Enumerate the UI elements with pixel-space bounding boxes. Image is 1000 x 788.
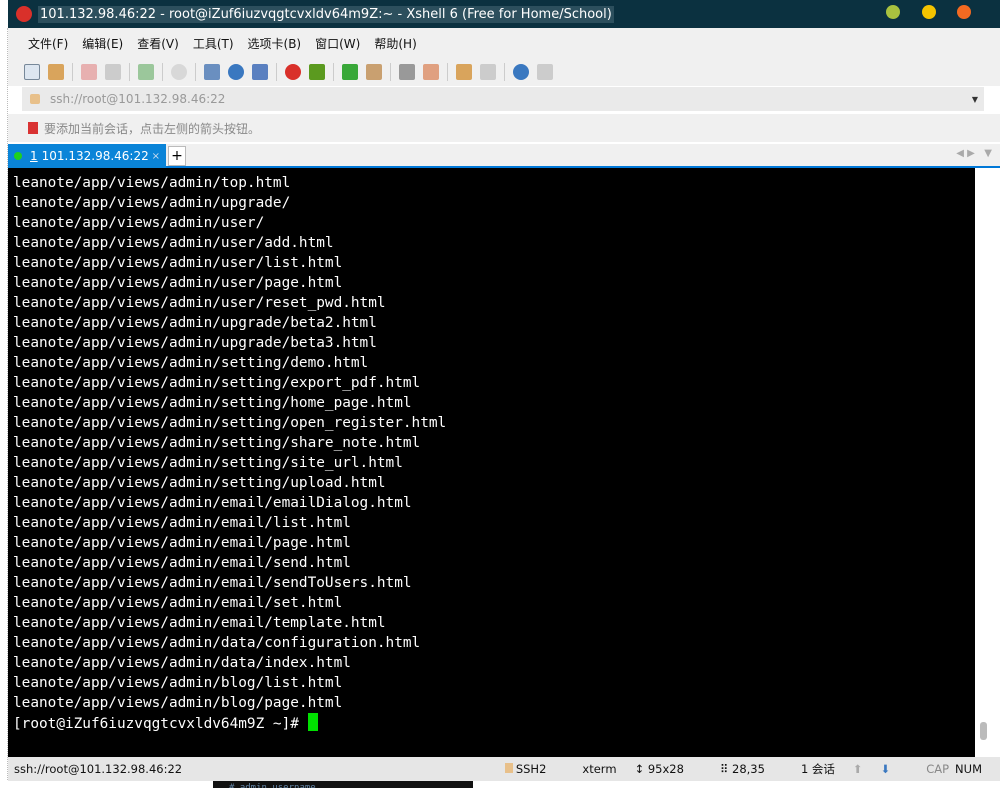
address-bar[interactable]: ssh://root@101.132.98.46:22 ▼ (22, 87, 984, 111)
terminal-line: leanote/app/views/admin/email/list.html (13, 515, 351, 531)
connected-status-icon (14, 152, 22, 160)
terminal-line: leanote/app/views/admin/email/sendToUser… (13, 575, 412, 591)
lock-icon (504, 763, 513, 773)
xshell-icon[interactable] (285, 64, 301, 80)
close-button[interactable] (957, 5, 971, 19)
terminal-line: leanote/app/views/admin/user/reset_pwd.h… (13, 295, 386, 311)
terminal-scrollbar[interactable] (975, 168, 1000, 757)
new-folder-icon[interactable] (456, 64, 472, 80)
terminal-line: leanote/app/views/admin/setting/site_url… (13, 455, 403, 471)
background-text: # admin username (213, 781, 473, 788)
terminal-line: leanote/app/views/admin/user/add.html (13, 235, 334, 251)
session-hint-bar: 要添加当前会话，点击左侧的箭头按钮。 (8, 114, 1000, 142)
lock-icon (30, 94, 40, 104)
terminal-cursor (307, 713, 318, 731)
shell-prompt: [root@iZuf6iuzvqgtcvxldv64m9Z ~]# (13, 716, 308, 732)
menu-window[interactable]: 窗口(W) (315, 35, 360, 52)
menu-tools[interactable]: 工具(T) (193, 35, 234, 52)
tab-number: 1 (30, 149, 38, 163)
properties-icon[interactable] (138, 64, 154, 80)
terminal-output[interactable]: leanote/app/views/admin/top.html leanote/… (8, 168, 975, 757)
menu-help[interactable]: 帮助(H) (374, 35, 416, 52)
chevron-down-icon[interactable]: ▼ (972, 95, 978, 104)
xshell-logo-icon (16, 6, 32, 22)
menu-bar: 文件(F) 编辑(E) 查看(V) 工具(T) 选项卡(B) 窗口(W) 帮助(… (8, 28, 1000, 58)
menu-edit[interactable]: 编辑(E) (82, 35, 123, 52)
address-value: ssh://root@101.132.98.46:22 (50, 92, 226, 106)
terminal-line: leanote/app/views/admin/email/template.h… (13, 615, 386, 631)
terminal-line: leanote/app/views/admin/top.html (13, 175, 291, 191)
new-tab-button[interactable]: + (168, 146, 186, 166)
status-bar: ssh://root@101.132.98.46:22 SSH2 xterm ↕… (8, 757, 1000, 781)
title-bar: 101.132.98.46:22 - root@iZuf6iuzvqgtcvxl… (8, 0, 1000, 28)
size-text: 95x28 (647, 762, 684, 776)
hint-text: 要添加当前会话，点击左侧的箭头按钮。 (44, 121, 261, 136)
status-protocol: SSH2 (504, 762, 565, 776)
terminal-line: leanote/app/views/admin/blog/page.html (13, 695, 343, 711)
globe-icon[interactable] (228, 64, 244, 80)
status-connection: ssh://root@101.132.98.46:22 (14, 762, 183, 776)
terminal-line: leanote/app/views/admin/upgrade/beta3.ht… (13, 335, 377, 351)
layout-icon[interactable] (204, 64, 220, 80)
terminal-line: leanote/app/views/admin/setting/share_no… (13, 435, 421, 451)
terminal-line: leanote/app/views/admin/setting/open_reg… (13, 415, 447, 431)
terminal-line: leanote/app/views/admin/blog/list.html (13, 675, 343, 691)
scrollbar-thumb[interactable] (980, 722, 987, 740)
help-icon[interactable] (513, 64, 529, 80)
bookmark-arrow-icon[interactable] (28, 122, 38, 134)
window-title: 101.132.98.46:22 - root@iZuf6iuzvqgtcvxl… (38, 5, 614, 23)
status-size: ↕ 95x28 (634, 762, 684, 776)
terminal-line: leanote/app/views/admin/email/page.html (13, 535, 351, 551)
cursor-text: 28,35 (732, 762, 765, 776)
fullscreen-icon[interactable] (342, 64, 358, 80)
toolbar (8, 58, 1000, 86)
tab-close-icon[interactable]: × (152, 151, 160, 162)
menu-view[interactable]: 查看(V) (137, 35, 179, 52)
status-cursor: ⠿ 28,35 (719, 762, 765, 776)
terminal-line: leanote/app/views/admin/data/configurati… (13, 635, 421, 651)
maximize-button[interactable] (922, 5, 936, 19)
terminal-line: leanote/app/views/admin/email/emailDialo… (13, 495, 412, 511)
terminal-line: leanote/app/views/admin/setting/home_pag… (13, 395, 412, 411)
background-window-edge (0, 28, 8, 788)
status-cap: CAP (926, 762, 950, 776)
split-icon[interactable] (480, 64, 496, 80)
open-folder-icon[interactable] (48, 64, 64, 80)
terminal-line: leanote/app/views/admin/setting/upload.h… (13, 475, 386, 491)
menu-file[interactable]: 文件(F) (28, 35, 68, 52)
find-icon[interactable] (171, 64, 187, 80)
new-session-icon[interactable] (24, 64, 40, 80)
terminal-prompt-line: [root@iZuf6iuzvqgtcvxldv64m9Z ~]# (13, 713, 975, 734)
highlight-icon[interactable] (423, 64, 439, 80)
tab-session-1[interactable]: 1 101.132.98.46:22 × (8, 144, 166, 168)
lock-icon[interactable] (366, 64, 382, 80)
terminal-line: leanote/app/views/admin/email/set.html (13, 595, 343, 611)
tab-label: 101.132.98.46:22 (41, 149, 149, 163)
chat-icon[interactable] (537, 64, 553, 80)
tab-navigation[interactable]: ◀ ▶ ▼ (956, 148, 992, 159)
keyboard-icon[interactable] (399, 64, 415, 80)
disconnect-icon[interactable] (81, 64, 97, 80)
terminal-line: leanote/app/views/admin/setting/export_p… (13, 375, 421, 391)
tab-bar: 1 101.132.98.46:22 × + ◀ ▶ ▼ (8, 144, 1000, 168)
xftp-icon[interactable] (309, 64, 325, 80)
font-icon[interactable] (252, 64, 268, 80)
terminal-line: leanote/app/views/admin/user/page.html (13, 275, 343, 291)
protocol-text: SSH2 (515, 762, 547, 776)
terminal-line: leanote/app/views/admin/upgrade/beta2.ht… (13, 315, 377, 331)
background-window: # admin username (0, 781, 1000, 788)
status-sessions: 1 会话 (800, 762, 835, 776)
terminal-line: leanote/app/views/admin/email/send.html (13, 555, 351, 571)
reconnect-icon[interactable] (105, 64, 121, 80)
status-term: xterm (582, 762, 617, 776)
terminal-line: leanote/app/views/admin/upgrade/ (13, 195, 291, 211)
terminal-line: leanote/app/views/admin/user/list.html (13, 255, 343, 271)
status-num: NUM (955, 762, 982, 776)
menu-tabs[interactable]: 选项卡(B) (248, 35, 302, 52)
terminal-line: leanote/app/views/admin/setting/demo.htm… (13, 355, 369, 371)
transfer-arrows-icon[interactable]: ⬆ ⬇ (853, 762, 908, 776)
minimize-button[interactable] (886, 5, 900, 19)
terminal-line: leanote/app/views/admin/data/index.html (13, 655, 351, 671)
terminal-line: leanote/app/views/admin/user/ (13, 215, 265, 231)
